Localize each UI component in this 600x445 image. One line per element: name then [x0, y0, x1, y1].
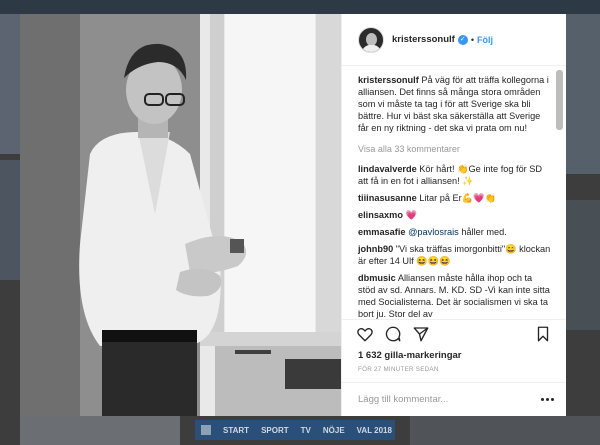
share-icon[interactable] — [412, 325, 430, 343]
add-comment-bar: Lägg till kommentar... — [342, 382, 566, 416]
background-nav-item: START — [223, 425, 250, 435]
background-tile — [20, 416, 180, 445]
heart-icon[interactable] — [356, 325, 374, 343]
background-tile — [0, 14, 20, 154]
verified-badge-icon: ✓ — [457, 34, 468, 45]
follow-button[interactable]: Följ — [477, 35, 493, 45]
comment-username[interactable]: tiiinasusanne — [358, 193, 417, 203]
background-tile — [410, 416, 600, 445]
comment-item: dbmusic Alliansen måste hålla ihop och t… — [358, 272, 552, 319]
bookmark-icon[interactable] — [534, 325, 552, 343]
more-options-icon[interactable] — [541, 398, 554, 401]
background-nav-item: VAL 2018 — [356, 425, 392, 435]
post-side-panel: kristerssonulf ✓ • Följ kristerssonulf P… — [341, 14, 566, 416]
comment-mention-link[interactable]: @pavlosrais — [408, 227, 459, 237]
comment-username[interactable]: dbmusic — [358, 273, 396, 283]
background-tile — [0, 160, 20, 280]
background-tile — [566, 14, 600, 174]
comment-username[interactable]: elinsaxmo — [358, 210, 403, 220]
post-photo — [20, 14, 341, 416]
background-site-nav: START SPORT TV NÖJE VAL 2018 — [195, 420, 395, 440]
comment-text: Litar på Er💪💗👏 — [419, 193, 496, 203]
comment-username[interactable]: lindavalverde — [358, 164, 417, 174]
background-nav-item: TV — [300, 425, 311, 435]
comment-item: tiiinasusanne Litar på Er💪💗👏 — [358, 192, 552, 204]
background-nav-item: SPORT — [261, 425, 289, 435]
comments-scrollbar[interactable] — [556, 70, 563, 130]
post-photo-image — [20, 14, 341, 416]
post-header: kristerssonulf ✓ • Följ — [342, 14, 566, 66]
separator-dot: • — [470, 34, 474, 45]
comment-item: emmasafie @pavlosrais håller med. — [358, 226, 552, 238]
post-timestamp: FÖR 27 MINUTER SEDAN — [358, 366, 439, 373]
comment-item: elinsaxmo 💗 — [358, 209, 552, 221]
comment-username[interactable]: johnb90 — [358, 244, 393, 254]
background-topbar — [0, 0, 600, 14]
caption-username[interactable]: kristerssonulf — [358, 75, 419, 85]
view-all-comments-link[interactable]: Visa alla 33 kommentarer — [358, 143, 552, 155]
avatar[interactable] — [358, 26, 384, 53]
post-username[interactable]: kristerssonulf — [392, 34, 455, 45]
likes-count[interactable]: 1 632 gilla-markeringar — [342, 348, 566, 364]
comment-text: håller med. — [458, 227, 507, 237]
background-nav-item: NÖJE — [322, 425, 345, 435]
comment-item: lindavalverde Kör hårt! 👏Ge inte fog för… — [358, 163, 552, 187]
post-caption: kristerssonulf På väg för att träffa kol… — [358, 74, 552, 134]
comment-item: johnb90 "Vi ska träffas imorgonbitti"😄 k… — [358, 243, 552, 267]
background-nav-logo — [201, 425, 211, 435]
background-tile — [566, 200, 600, 330]
add-comment-input[interactable]: Lägg till kommentar... — [358, 394, 541, 405]
post-actions — [342, 319, 566, 348]
comment-username[interactable]: emmasafie — [358, 227, 406, 237]
comment-icon[interactable] — [384, 325, 402, 343]
post-modal: kristerssonulf ✓ • Följ kristerssonulf P… — [20, 14, 566, 416]
comment-text: 💗 — [405, 210, 417, 220]
comments-section[interactable]: kristerssonulf På väg för att träffa kol… — [342, 66, 566, 319]
